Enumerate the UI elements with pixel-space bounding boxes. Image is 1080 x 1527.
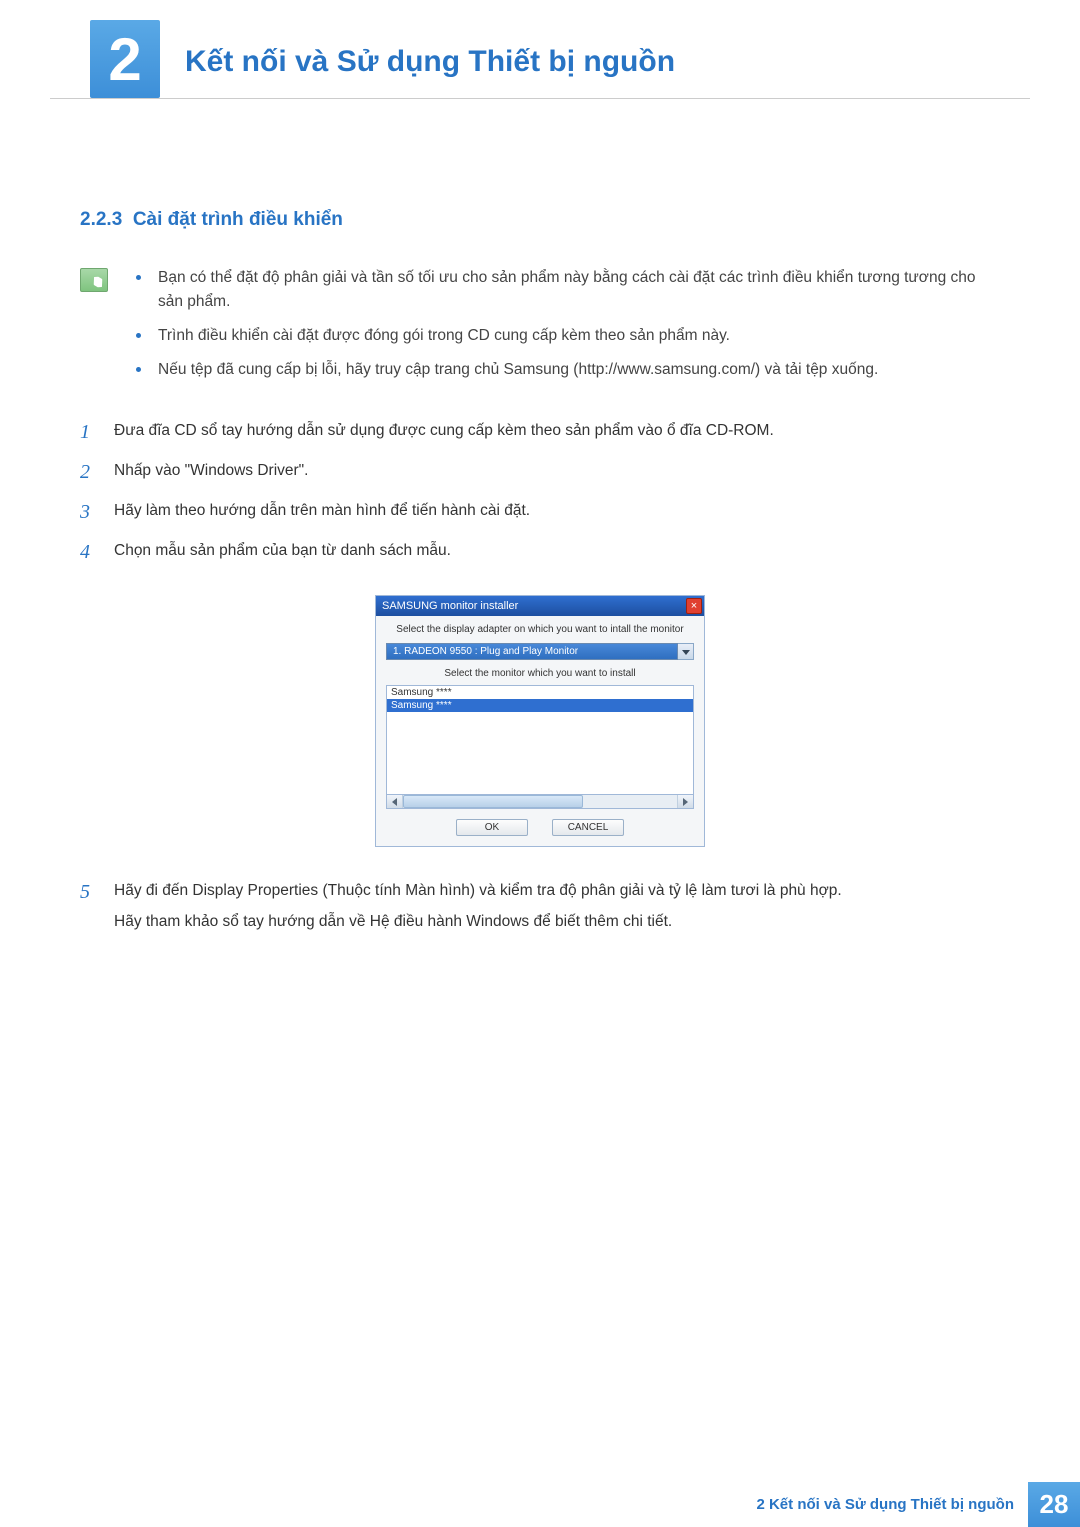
note-item: Trình điều khiển cài đặt được đóng gói t… — [136, 324, 1000, 348]
step-text: Nhấp vào "Windows Driver". — [114, 457, 1000, 487]
installer-monitor-label: Select the monitor which you want to ins… — [386, 668, 694, 679]
adapter-select-value: 1. RADEON 9550 : Plug and Play Monitor — [386, 643, 678, 660]
step-text: Hãy đi đến Display Properties (Thuộc tín… — [114, 877, 1000, 934]
close-icon[interactable]: × — [686, 598, 702, 614]
page-content: 2.2.3 Cài đặt trình điều khiển Bạn có th… — [0, 99, 1080, 934]
footer-chapter-label: 2 Kết nối và Sử dụng Thiết bị nguồn — [742, 1482, 1028, 1527]
note-list: Bạn có thể đặt độ phân giải và tần số tố… — [136, 266, 1000, 392]
section-number: 2.2.3 — [80, 209, 122, 230]
chapter-number-box: 2 — [90, 20, 160, 98]
step-number: 1 — [80, 417, 114, 447]
page-number: 28 — [1028, 1482, 1080, 1527]
page-header: 2 Kết nối và Sử dụng Thiết bị nguồn — [50, 0, 1030, 99]
installer-dialog: SAMSUNG monitor installer × Select the d… — [375, 595, 705, 847]
installer-screenshot: SAMSUNG monitor installer × Select the d… — [80, 595, 1000, 847]
list-item[interactable]: Samsung **** — [387, 686, 693, 699]
installer-adapter-label: Select the display adapter on which you … — [386, 624, 694, 635]
section-heading: 2.2.3 Cài đặt trình điều khiển — [80, 209, 1000, 231]
step: 4 Chọn mẫu sản phẩm của bạn từ danh sách… — [80, 537, 1000, 567]
scrollbar-thumb[interactable] — [403, 795, 583, 808]
step: 3 Hãy làm theo hướng dẫn trên màn hình đ… — [80, 497, 1000, 527]
step-number: 2 — [80, 457, 114, 487]
installer-body: Select the display adapter on which you … — [376, 616, 704, 846]
installer-title: SAMSUNG monitor installer — [382, 600, 518, 612]
scroll-left-icon[interactable] — [387, 795, 403, 808]
step-number: 5 — [80, 877, 114, 934]
step: 5 Hãy đi đến Display Properties (Thuộc t… — [80, 877, 1000, 934]
step-extra-text: Hãy tham khảo sổ tay hướng dẫn về Hệ điề… — [114, 910, 1000, 933]
scrollbar-track[interactable] — [403, 795, 677, 808]
installer-titlebar: SAMSUNG monitor installer × — [376, 596, 704, 616]
step-text: Hãy làm theo hướng dẫn trên màn hình để … — [114, 497, 1000, 527]
note-icon — [80, 268, 108, 292]
step-number: 4 — [80, 537, 114, 567]
note-item: Bạn có thể đặt độ phân giải và tần số tố… — [136, 266, 1000, 314]
section-title: Cài đặt trình điều khiển — [133, 209, 343, 230]
chapter-title: Kết nối và Sử dụng Thiết bị nguồn — [160, 20, 675, 79]
note-block: Bạn có thể đặt độ phân giải và tần số tố… — [80, 266, 1000, 392]
adapter-select[interactable]: 1. RADEON 9550 : Plug and Play Monitor — [386, 643, 694, 660]
ok-button[interactable]: OK — [456, 819, 528, 836]
steps-list-cont: 5 Hãy đi đến Display Properties (Thuộc t… — [80, 877, 1000, 934]
step: 2 Nhấp vào "Windows Driver". — [80, 457, 1000, 487]
monitor-listbox[interactable]: Samsung **** Samsung **** — [386, 685, 694, 795]
installer-button-row: OK CANCEL — [386, 819, 694, 836]
cancel-button[interactable]: CANCEL — [552, 819, 624, 836]
steps-list: 1 Đưa đĩa CD sổ tay hướng dẫn sử dụng đư… — [80, 417, 1000, 567]
page-footer: 2 Kết nối và Sử dụng Thiết bị nguồn 28 — [742, 1482, 1080, 1527]
list-item-selected[interactable]: Samsung **** — [387, 699, 693, 712]
note-item: Nếu tệp đã cung cấp bị lỗi, hãy truy cập… — [136, 358, 1000, 382]
scroll-right-icon[interactable] — [677, 795, 693, 808]
step: 1 Đưa đĩa CD sổ tay hướng dẫn sử dụng đư… — [80, 417, 1000, 447]
step-text: Đưa đĩa CD sổ tay hướng dẫn sử dụng được… — [114, 417, 1000, 447]
step-number: 3 — [80, 497, 114, 527]
step-text: Chọn mẫu sản phẩm của bạn từ danh sách m… — [114, 537, 1000, 567]
horizontal-scrollbar[interactable] — [386, 795, 694, 809]
chevron-down-icon[interactable] — [678, 643, 694, 660]
